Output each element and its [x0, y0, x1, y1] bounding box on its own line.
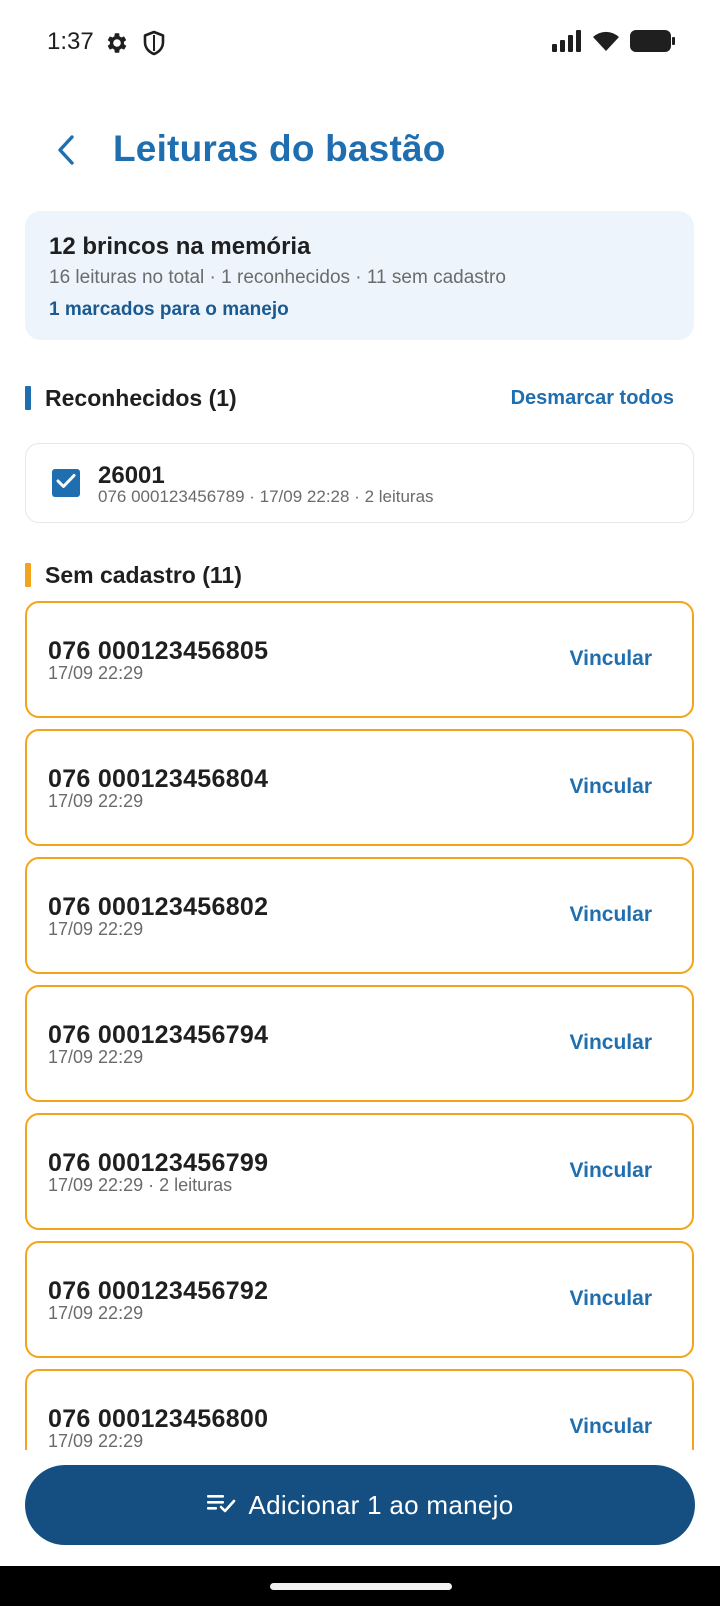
summary-marked-count: 1 marcados para o manejo	[49, 299, 289, 320]
summary-subtitle: 16 leituras no total · 1 reconhecidos · …	[49, 267, 506, 288]
tag-id: 076 000123456799	[48, 1149, 269, 1177]
unregistered-item[interactable]: 076 000123456800 17/09 22:29 Vincular	[25, 1369, 694, 1450]
playlist-add-check-icon	[206, 1491, 236, 1520]
tag-id: 076 000123456802	[48, 893, 269, 921]
shield-icon	[142, 30, 168, 56]
wifi-icon	[592, 30, 620, 57]
status-bar: 1:37	[0, 0, 720, 88]
tag-id: 076 000123456805	[48, 637, 269, 665]
link-tag-button[interactable]: Vincular	[570, 1415, 652, 1439]
link-tag-button[interactable]: Vincular	[570, 1159, 652, 1183]
system-navigation-bar	[0, 1566, 720, 1606]
recognized-item[interactable]: 26001 076 000123456789 · 17/09 22:28 · 2…	[25, 443, 694, 523]
unregistered-accent-bar	[25, 563, 31, 587]
link-tag-button[interactable]: Vincular	[570, 1287, 652, 1311]
unregistered-item[interactable]: 076 000123456805 17/09 22:29 Vincular	[25, 601, 694, 718]
tag-detail: 17/09 22:29	[48, 791, 144, 811]
tag-id: 076 000123456794	[48, 1021, 269, 1049]
summary-title: 12 brincos na memória	[49, 233, 311, 260]
chevron-left-icon	[55, 134, 77, 171]
link-tag-button[interactable]: Vincular	[570, 1031, 652, 1055]
recognized-item-name: 26001	[98, 462, 165, 489]
back-button[interactable]	[44, 130, 88, 174]
battery-icon	[630, 30, 676, 57]
add-to-management-label: Adicionar 1 ao manejo	[248, 1489, 514, 1520]
recognized-accent-bar	[25, 386, 31, 410]
unregistered-item[interactable]: 076 000123456799 17/09 22:29 · 2 leitura…	[25, 1113, 694, 1230]
status-time: 1:37	[47, 28, 94, 55]
unregistered-item[interactable]: 076 000123456794 17/09 22:29 Vincular	[25, 985, 694, 1102]
link-tag-button[interactable]: Vincular	[570, 903, 652, 927]
tag-detail: 17/09 22:29	[48, 919, 144, 939]
link-tag-button[interactable]: Vincular	[570, 647, 652, 671]
unregistered-item[interactable]: 076 000123456802 17/09 22:29 Vincular	[25, 857, 694, 974]
unregistered-item[interactable]: 076 000123456804 17/09 22:29 Vincular	[25, 729, 694, 846]
link-tag-button[interactable]: Vincular	[570, 775, 652, 799]
tag-id: 076 000123456804	[48, 765, 269, 793]
page-title: Leituras do bastão	[113, 128, 446, 169]
status-right-icons	[552, 30, 676, 57]
recognized-section-header: Reconhecidos (1) Desmarcar todos	[25, 383, 694, 413]
tag-detail: 17/09 22:29 · 2 leituras	[48, 1175, 233, 1195]
settings-gear-icon	[104, 30, 130, 56]
tag-id: 076 000123456800	[48, 1405, 269, 1433]
recognized-section-title: Reconhecidos (1)	[45, 384, 237, 411]
tag-id: 076 000123456792	[48, 1277, 269, 1305]
check-icon	[56, 473, 76, 494]
recognized-item-checkbox[interactable]	[52, 469, 80, 497]
unregistered-list[interactable]: 076 000123456805 17/09 22:29 Vincular 07…	[0, 598, 720, 1450]
signal-icon	[552, 30, 582, 57]
unmark-all-button[interactable]: Desmarcar todos	[511, 387, 674, 410]
tag-detail: 17/09 22:29	[48, 663, 144, 683]
unregistered-section-title: Sem cadastro (11)	[45, 561, 242, 588]
unregistered-section-header: Sem cadastro (11)	[25, 560, 694, 590]
add-to-management-button[interactable]: Adicionar 1 ao manejo	[25, 1465, 695, 1545]
summary-card: 12 brincos na memória 16 leituras no tot…	[25, 211, 694, 340]
unregistered-item[interactable]: 076 000123456792 17/09 22:29 Vincular	[25, 1241, 694, 1358]
tag-detail: 17/09 22:29	[48, 1047, 144, 1067]
top-app-bar: Leituras do bastão	[0, 110, 720, 190]
tag-detail: 17/09 22:29	[48, 1303, 144, 1323]
home-gesture-handle[interactable]	[270, 1583, 452, 1590]
tag-detail: 17/09 22:29	[48, 1431, 144, 1450]
recognized-item-detail: 076 000123456789 · 17/09 22:28 · 2 leitu…	[98, 487, 434, 506]
